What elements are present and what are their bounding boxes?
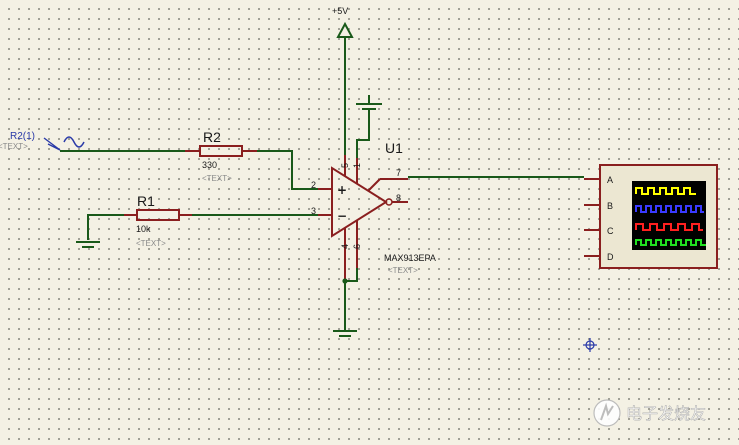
power-terminal[interactable]: +5V (332, 6, 354, 155)
scope-channel-d: D (607, 252, 614, 262)
origin-marker-icon (583, 338, 597, 352)
noninverting-sign: + (337, 183, 347, 197)
r2-ref: R2 (203, 129, 221, 145)
pin8-label: 8 (396, 193, 401, 203)
sine-wave-icon (63, 136, 85, 148)
source-arrow-icon (43, 137, 61, 151)
watermark-text: 电子发烧友 (626, 404, 706, 423)
r2-to-pin2-wire (257, 150, 318, 190)
pin1-label: 1 (352, 163, 362, 168)
source-ref: R2(1) (10, 131, 35, 142)
u1-ref: U1 (385, 140, 403, 156)
r1-value: 10k (136, 224, 151, 234)
r2-value: 330 (202, 160, 217, 170)
source-placeholder: <TEXT> (0, 142, 28, 151)
pin4-label: 4 (340, 244, 350, 249)
signal-source[interactable]: R2(1) <TEXT> (0, 131, 85, 151)
r2-placeholder: <TEXT> (202, 174, 232, 183)
scope-channel-c: C (607, 226, 614, 236)
r1-ref: R1 (137, 193, 155, 209)
scope-channel-a: A (607, 175, 613, 185)
pin7-label: 7 (396, 168, 401, 178)
ground-symbol-top[interactable] (356, 95, 382, 158)
scope-trace-d (635, 239, 706, 246)
r1-body (136, 209, 180, 221)
pin6-label: 6 (352, 244, 362, 249)
scope-channel-b: B (607, 201, 613, 211)
power-arrow-icon (336, 21, 354, 38)
pin5-label: 5 (340, 163, 350, 168)
comparator-u1[interactable]: + − 2 3 7 8 5 1 4 6 U1 MAX913EPA <TEXT> (311, 140, 436, 281)
pin3-label: 3 (311, 206, 316, 216)
watermark: 电子发烧友 (593, 399, 706, 427)
u1-part: MAX913EPA (384, 253, 436, 263)
inverting-sign: − (337, 209, 347, 223)
pin6-wire (345, 268, 358, 282)
ground-symbol-left[interactable] (76, 214, 124, 248)
schematic-canvas: +5V R2(1) <TEXT> R2 330 <TEXT> R1 10k <T… (0, 6, 718, 427)
pin1-gnd-wire (356, 109, 370, 158)
ground-symbol-bottom[interactable] (333, 330, 357, 337)
resistor-r1[interactable]: R1 10k <TEXT> (124, 193, 192, 248)
r2-body (199, 145, 243, 157)
oscilloscope[interactable]: A B C D (584, 164, 718, 269)
comparator-body (331, 166, 388, 238)
pin2-label: 2 (311, 180, 316, 190)
u1-placeholder: <TEXT> (388, 266, 418, 275)
r1-placeholder: <TEXT> (136, 239, 166, 248)
power-label: +5V (332, 6, 348, 16)
resistor-r2[interactable]: R2 330 <TEXT> (185, 129, 257, 183)
